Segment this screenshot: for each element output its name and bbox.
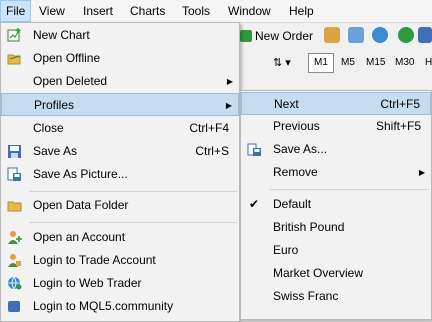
timeframe-h1[interactable]: H1 <box>420 53 432 73</box>
menu-item-label: British Pound <box>273 220 345 234</box>
checkmark-icon: ✔ <box>249 197 260 211</box>
menu-item-label: Login to Web Trader <box>33 276 142 290</box>
menu-item-save-as[interactable]: Save As Ctrl+S <box>1 140 239 163</box>
menu-item-shortcut: Ctrl+F5 <box>380 97 420 111</box>
open-account-icon <box>7 230 22 245</box>
menu-item-label: Open Data Folder <box>33 198 129 212</box>
menu-item-label: Profiles <box>34 98 75 112</box>
menu-item-profile-default[interactable]: ✔ Default <box>241 193 431 216</box>
tools-dropdown[interactable]: ⇅ ▾ <box>268 53 296 73</box>
menu-item-label: Save As Picture... <box>33 167 128 181</box>
menu-item-open-account[interactable]: Open an Account <box>1 226 239 249</box>
menu-item-label: Login to MQL5.community <box>33 299 174 313</box>
signals-icon[interactable] <box>348 27 364 43</box>
menu-item-profile-british-pound[interactable]: British Pound <box>241 216 431 239</box>
login-trade-icon <box>7 253 22 268</box>
data-folder-icon <box>7 198 22 213</box>
submenu-arrow-icon: ▶ <box>226 77 233 86</box>
new-chart-icon <box>7 28 22 43</box>
menu-charts[interactable]: Charts <box>125 0 170 22</box>
menu-separator <box>29 222 237 223</box>
menu-help[interactable]: Help <box>284 0 319 22</box>
menu-window[interactable]: Window <box>223 0 276 22</box>
menu-view[interactable]: View <box>34 0 70 22</box>
menu-insert[interactable]: Insert <box>78 0 118 22</box>
market-icon[interactable] <box>324 27 340 43</box>
menu-item-close[interactable]: Close Ctrl+F4 <box>1 117 239 140</box>
menu-file[interactable]: File <box>0 0 32 22</box>
menu-item-shortcut: Ctrl+S <box>195 144 229 158</box>
vps-icon[interactable] <box>398 27 414 43</box>
broadcast-icon[interactable] <box>372 27 388 43</box>
menu-item-login-trade-account[interactable]: Login to Trade Account <box>1 249 239 272</box>
menu-item-label: Save As... <box>273 142 328 156</box>
timeframe-m5[interactable]: M5 <box>336 53 360 73</box>
open-folder-icon <box>7 51 22 66</box>
menu-separator <box>29 191 237 192</box>
menu-item-shortcut: Shift+F5 <box>375 119 421 133</box>
menu-item-label: Remove <box>273 165 318 179</box>
menu-item-remove[interactable]: Remove ▶ <box>241 161 431 184</box>
menu-item-label: Previous <box>273 119 320 133</box>
save-picture-icon <box>7 167 22 182</box>
menu-item-new-chart[interactable]: New Chart <box>1 24 239 47</box>
menu-item-profile-swiss-franc[interactable]: Swiss Franc <box>241 285 431 308</box>
menu-item-label: Default <box>273 197 312 211</box>
menu-tools[interactable]: Tools <box>177 0 215 22</box>
menu-separator <box>269 189 429 190</box>
mql5-icon <box>7 299 22 314</box>
menu-item-label: Market Overview <box>273 266 364 280</box>
menu-item-shortcut: Ctrl+F4 <box>189 121 229 135</box>
menu-item-next[interactable]: Next Ctrl+F5 <box>241 92 431 115</box>
timeframe-m15[interactable]: M15 <box>361 53 390 73</box>
web-trader-icon <box>7 276 22 291</box>
submenu-arrow-icon: ▶ <box>225 101 232 110</box>
menu-item-label: Swiss Franc <box>273 289 339 303</box>
menu-item-profiles[interactable]: Profiles ▶ <box>1 93 239 116</box>
menu-item-label: Close <box>33 121 64 135</box>
menu-item-previous[interactable]: Previous Shift+F5 <box>241 115 431 138</box>
save-icon <box>7 144 22 159</box>
new-order-button[interactable]: New Order <box>240 25 313 47</box>
submenu-arrow-icon: ▶ <box>418 168 425 177</box>
menu-item-open-data-folder[interactable]: Open Data Folder <box>1 194 239 217</box>
file-menu: New Chart Open Offline Open Deleted ▶ Pr… <box>0 22 240 322</box>
menu-item-open-offline[interactable]: Open Offline <box>1 47 239 70</box>
menu-item-login-web-trader[interactable]: Login to Web Trader <box>1 272 239 295</box>
menu-item-profile-save-as[interactable]: Save As... <box>241 138 431 161</box>
menu-item-label: Euro <box>273 243 299 257</box>
timeframe-m30[interactable]: M30 <box>390 53 419 73</box>
menu-item-save-as-picture[interactable]: Save As Picture... <box>1 163 239 186</box>
menu-bar: File View Insert Charts Tools Window Hel… <box>0 0 432 23</box>
menu-item-open-deleted[interactable]: Open Deleted ▶ <box>1 70 239 93</box>
menu-item-label: Login to Trade Account <box>33 253 156 267</box>
menu-item-login-mql5[interactable]: Login to MQL5.community <box>1 295 239 318</box>
menu-item-profile-market-overview[interactable]: Market Overview <box>241 262 431 285</box>
menu-item-label: Open Deleted <box>33 74 108 88</box>
new-order-label: New Order <box>255 29 314 43</box>
profiles-submenu: Next Ctrl+F5 Previous Shift+F5 Save As..… <box>240 90 432 320</box>
new-order-icon <box>240 30 252 42</box>
menu-item-label: Next <box>274 97 299 111</box>
menu-item-label: Open an Account <box>33 230 126 244</box>
menu-item-label: New Chart <box>33 28 90 42</box>
timeframe-m1[interactable]: M1 <box>308 53 334 73</box>
menu-item-profile-euro[interactable]: Euro <box>241 239 431 262</box>
menu-item-label: Save As <box>33 144 78 158</box>
save-as-icon <box>247 142 262 157</box>
menu-item-label: Open Offline <box>33 51 101 65</box>
algo-trading-icon[interactable] <box>418 27 432 43</box>
